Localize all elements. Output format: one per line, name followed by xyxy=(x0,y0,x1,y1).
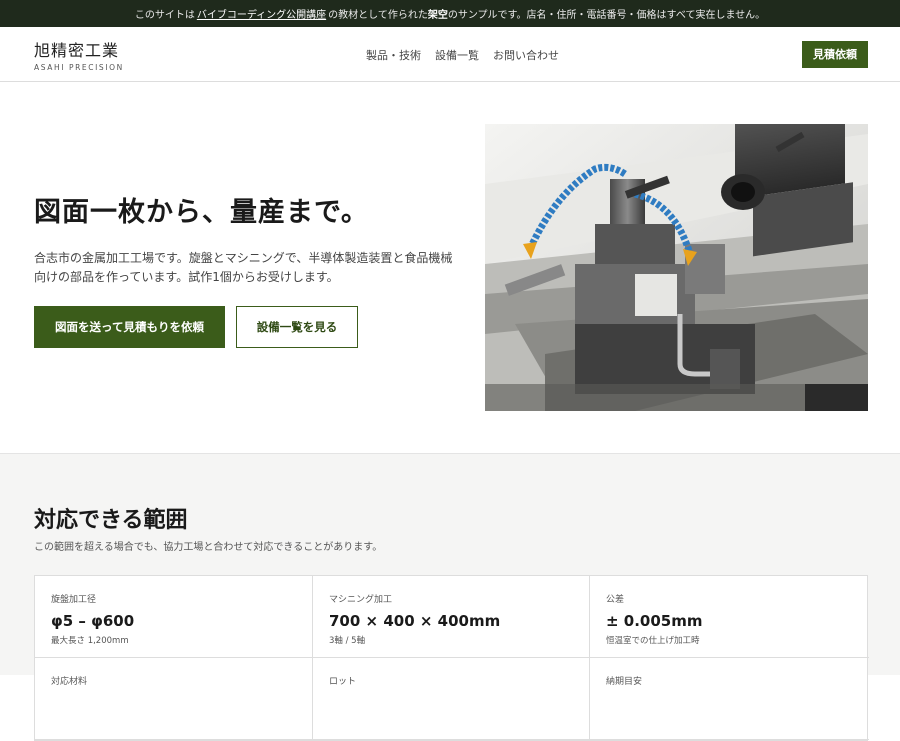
logo-english: ASAHI PRECISION xyxy=(34,62,124,72)
capability-cell-lot: ロット xyxy=(313,658,590,740)
quote-request-button[interactable]: 見積依頼 xyxy=(802,40,868,68)
cell-note: 最大長さ 1,200mm xyxy=(51,636,129,646)
site-header: 旭精密工業 ASAHI PRECISION 製品・技術 設備一覧 お問い合わせ … xyxy=(0,27,900,82)
hero-desc-line2: 向けの部品を作っています。試作1個からお受けします。 xyxy=(34,270,339,284)
hero-description: 合志市の金属加工工場です。旋盤とマシニングで、半導体製造装置と食品機械 向けの部… xyxy=(34,249,464,287)
hero-buttons: 図面を送って見積もりを依頼 設備一覧を見る xyxy=(34,306,358,348)
notice-bar: このサイトは バイブコーディング公開講座 の教材として作られた 架空 のサンプル… xyxy=(0,0,900,27)
cell-label: ロット xyxy=(329,677,357,687)
notice-suffix: のサンプルです。店名・住所・電話番号・価格はすべて実在しません。 xyxy=(447,10,766,21)
cell-label: 対応材料 xyxy=(51,677,88,687)
cell-note: 3軸 / 5軸 xyxy=(329,636,366,646)
cell-label: 納期目安 xyxy=(606,677,643,687)
cell-label: 公差 xyxy=(606,595,625,605)
lathe-machine-illustration xyxy=(485,124,868,411)
capability-cell-leadtime: 納期目安 xyxy=(590,658,869,740)
cell-label: マシニング加工 xyxy=(329,595,393,605)
lathe-machine-image xyxy=(485,124,868,411)
capability-cell-tolerance: 公差 ± 0.005mm 恒温室での仕上げ加工時 xyxy=(590,576,869,658)
hero-section: 図面一枚から、量産まで。 合志市の金属加工工場です。旋盤とマシニングで、半導体製… xyxy=(0,82,900,453)
notice-prefix: このサイトは xyxy=(134,10,195,21)
cell-note: 恒温室での仕上げ加工時 xyxy=(606,636,700,646)
hero-desc-line1: 合志市の金属加工工場です。旋盤とマシニングで、半導体製造装置と食品機械 xyxy=(34,251,453,265)
cell-label: 旋盤加工径 xyxy=(51,595,97,605)
send-drawing-quote-button[interactable]: 図面を送って見積もりを依頼 xyxy=(34,306,225,348)
capability-cell-machining: マシニング加工 700 × 400 × 400mm 3軸 / 5軸 xyxy=(313,576,590,658)
range-subtitle: この範囲を超える場合でも、協力工場と合わせて対応できることがあります。 xyxy=(34,542,383,553)
nav-products[interactable]: 製品・技術 xyxy=(366,47,421,63)
capability-grid: 旋盤加工径 φ5 – φ600 最大長さ 1,200mm マシニング加工 700… xyxy=(34,575,869,741)
notice-mid: の教材として作られた xyxy=(328,10,428,21)
cell-value: φ5 – φ600 xyxy=(51,612,135,630)
hero-text: 図面一枚から、量産まで。 合志市の金属加工工場です。旋盤とマシニングで、半導体製… xyxy=(34,190,464,287)
hero-title: 図面一枚から、量産まで。 xyxy=(34,197,369,228)
cell-value: ± 0.005mm xyxy=(606,612,703,630)
range-title: 対応できる範囲 xyxy=(34,508,188,533)
main-nav: 製品・技術 設備一覧 お問い合わせ xyxy=(366,27,559,82)
capability-cell-lathe: 旋盤加工径 φ5 – φ600 最大長さ 1,200mm xyxy=(35,576,313,658)
logo[interactable]: 旭精密工業 ASAHI PRECISION xyxy=(34,37,124,72)
notice-bold: 架空 xyxy=(427,10,448,21)
capability-range-section: 対応できる範囲 この範囲を超える場合でも、協力工場と合わせて対応できることがあり… xyxy=(0,453,900,741)
view-equipment-button[interactable]: 設備一覧を見る xyxy=(236,306,358,348)
logo-japanese: 旭精密工業 xyxy=(34,40,120,60)
nav-equipment[interactable]: 設備一覧 xyxy=(435,47,479,63)
cell-value: 700 × 400 × 400mm xyxy=(329,612,501,630)
capability-cell-material: 対応材料 xyxy=(35,658,313,740)
nav-contact[interactable]: お問い合わせ xyxy=(493,47,559,63)
notice-course-link[interactable]: バイブコーディング公開講座 xyxy=(197,6,326,21)
